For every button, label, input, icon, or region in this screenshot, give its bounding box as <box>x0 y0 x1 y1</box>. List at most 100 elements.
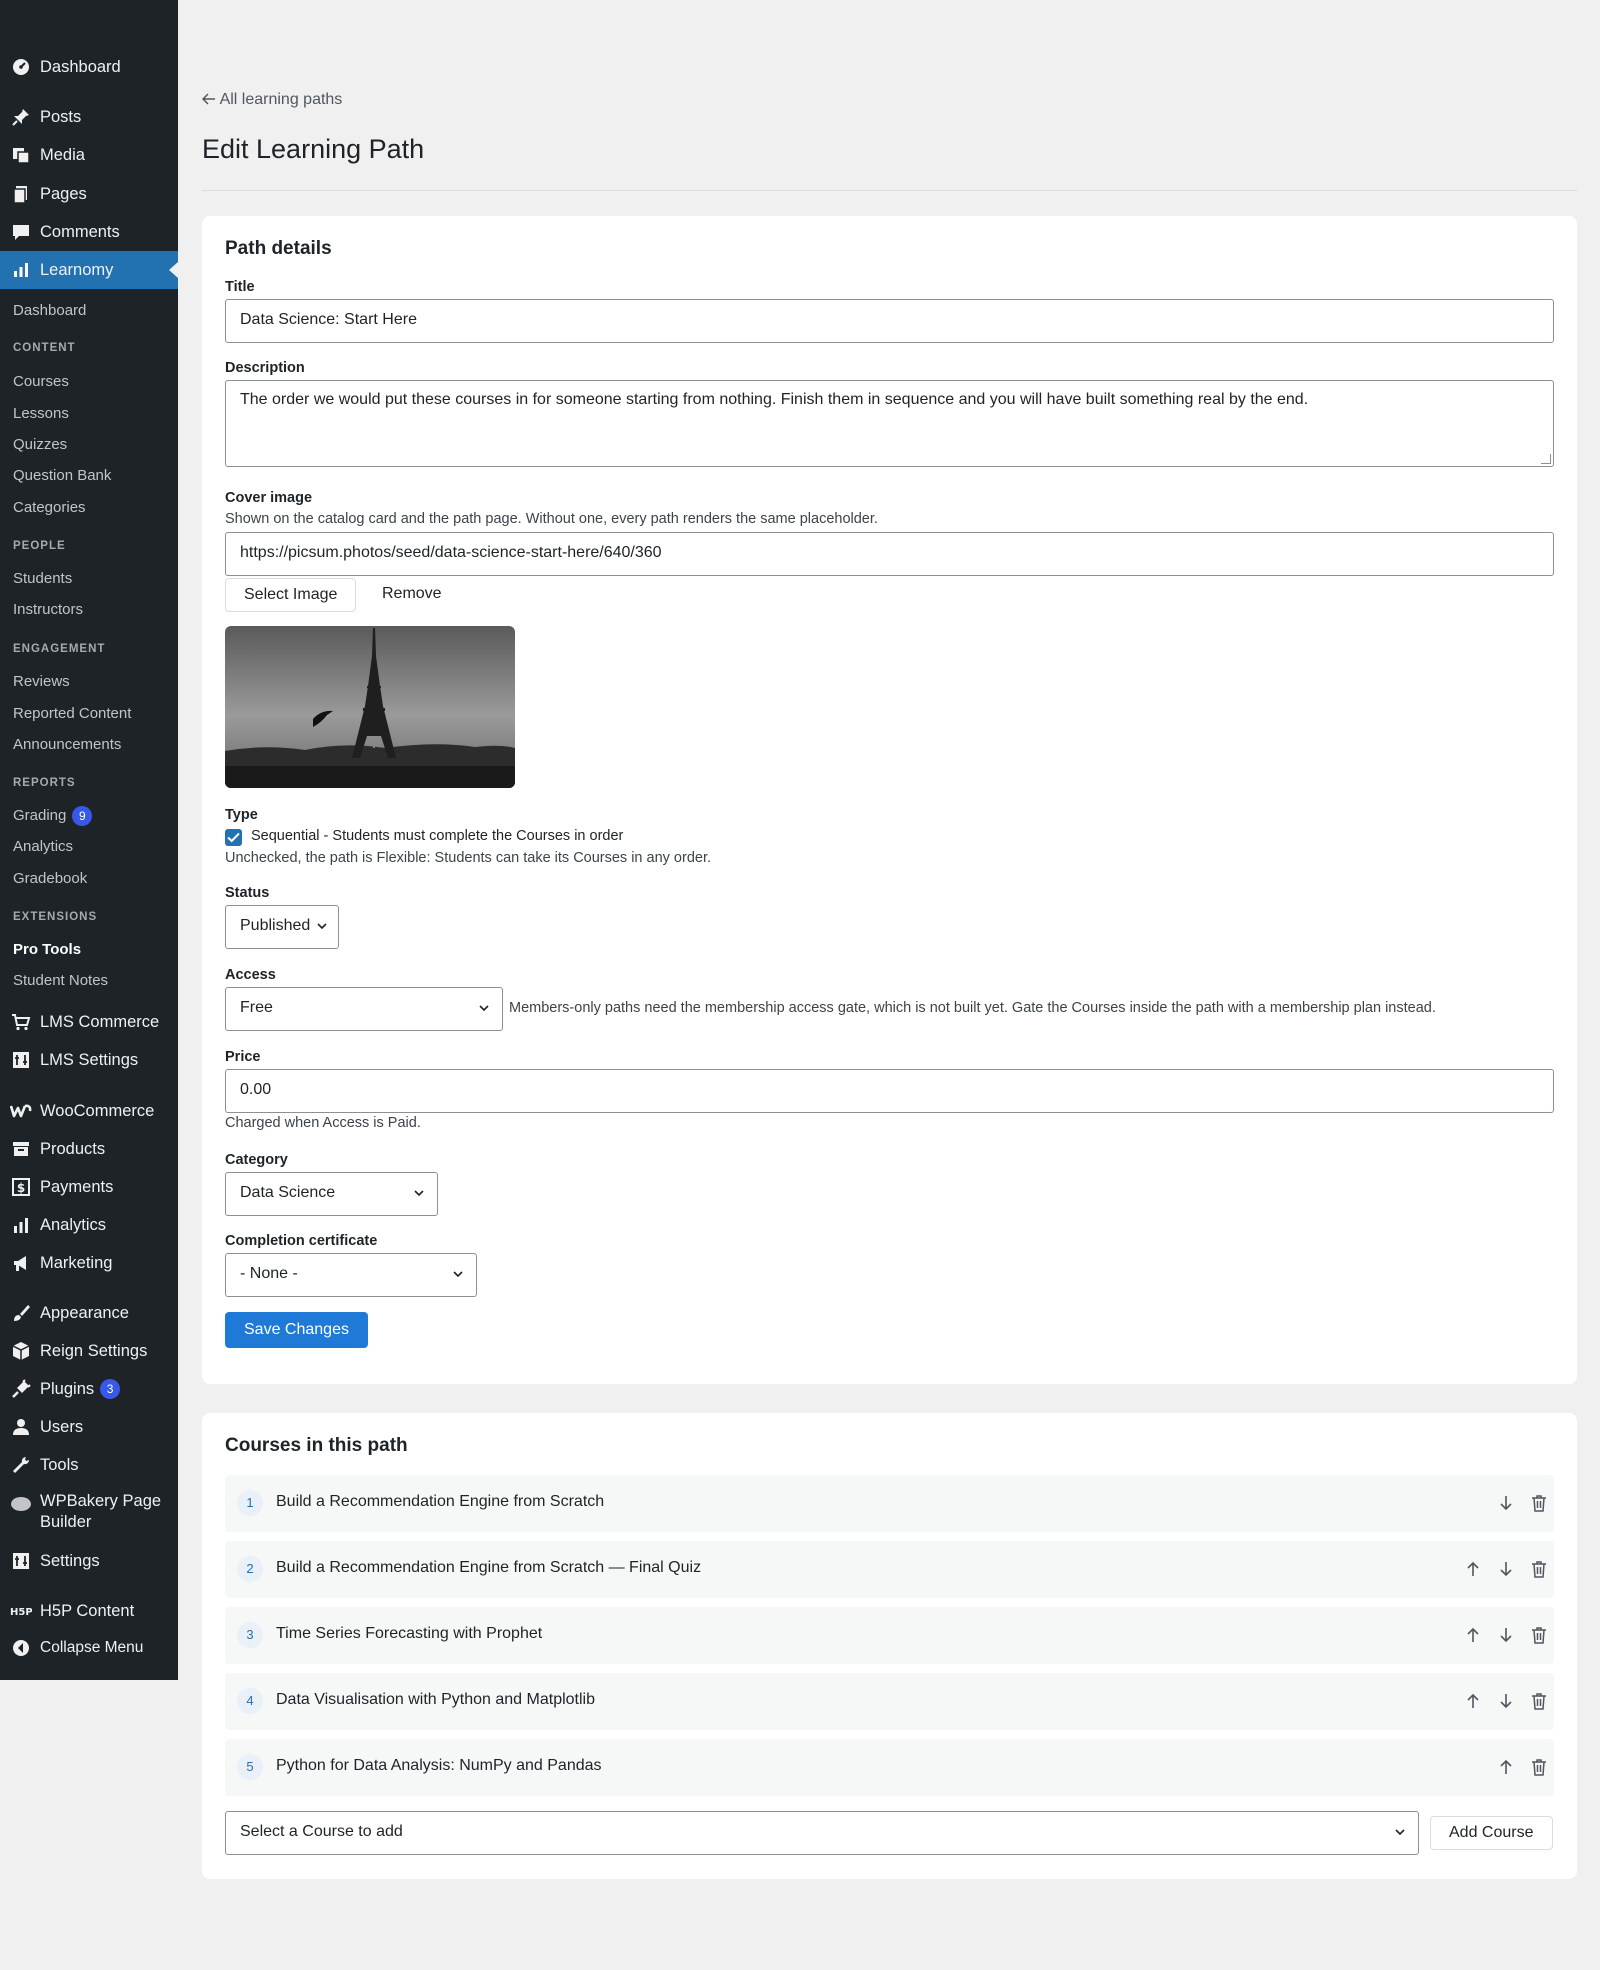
sub-quizzes[interactable]: Quizzes <box>13 436 67 453</box>
course-order-number: 5 <box>237 1754 263 1780</box>
trash-icon[interactable] <box>1528 1492 1550 1514</box>
access-select-value: Free <box>240 999 273 1016</box>
woocommerce-icon <box>10 1100 32 1122</box>
menu-comments-label: Comments <box>40 222 120 241</box>
sub-grading[interactable]: Grading 9 <box>13 806 93 826</box>
sub-announcements[interactable]: Announcements <box>13 736 121 753</box>
menu-woocommerce[interactable]: WooCommerce <box>0 1099 178 1123</box>
move-down-icon[interactable] <box>1495 1690 1517 1712</box>
menu-settings[interactable]: Settings <box>0 1549 178 1573</box>
chevron-down-icon <box>414 1190 424 1197</box>
sequential-checkbox-label[interactable]: Sequential - Students must complete the … <box>251 828 623 844</box>
comments-icon <box>10 221 32 243</box>
menu-lms-settings[interactable]: LMS Settings <box>0 1048 178 1072</box>
select-image-button[interactable]: Select Image <box>225 578 357 612</box>
cloud-icon <box>10 1492 32 1514</box>
settings-grid-icon <box>10 1550 32 1572</box>
cube-icon <box>10 1340 32 1362</box>
move-up-icon[interactable] <box>1462 1690 1484 1712</box>
menu-dashboard[interactable]: Dashboard <box>0 55 178 79</box>
sub-student-notes[interactable]: Student Notes <box>13 972 108 989</box>
section-content: CONTENT <box>13 342 76 354</box>
menu-plugins[interactable]: Plugins 3 <box>0 1377 178 1401</box>
certificate-select[interactable]: - None - <box>225 1253 477 1297</box>
remove-image-button[interactable]: Remove <box>382 585 442 603</box>
menu-marketing[interactable]: Marketing <box>0 1251 178 1275</box>
price-input[interactable]: 0.00 <box>225 1069 1554 1113</box>
menu-tools[interactable]: Tools <box>0 1453 178 1477</box>
course-title: Time Series Forecasting with Prophet <box>276 1625 543 1642</box>
price-label: Price <box>225 1049 261 1065</box>
menu-tools-label: Tools <box>40 1455 79 1474</box>
course-order-number: 4 <box>237 1688 263 1714</box>
chevron-down-icon <box>453 1271 463 1278</box>
sub-lessons[interactable]: Lessons <box>13 405 69 422</box>
menu-media[interactable]: Media <box>0 143 178 167</box>
sub-pro-tools[interactable]: Pro Tools <box>13 941 81 958</box>
menu-pages[interactable]: Pages <box>0 182 178 206</box>
trash-icon[interactable] <box>1528 1558 1550 1580</box>
sub-reported-content[interactable]: Reported Content <box>13 705 131 722</box>
sub-grading-label: Grading <box>13 807 67 824</box>
move-down-icon[interactable] <box>1495 1624 1517 1646</box>
move-up-icon[interactable] <box>1462 1558 1484 1580</box>
sequential-checkbox[interactable] <box>225 829 242 846</box>
menu-analytics[interactable]: Analytics <box>0 1213 178 1237</box>
move-up-icon[interactable] <box>1495 1756 1517 1778</box>
sub-courses[interactable]: Courses <box>13 373 69 390</box>
sub-instructors[interactable]: Instructors <box>13 601 83 618</box>
add-course-select-value: Select a Course to add <box>240 1823 403 1840</box>
section-engagement: ENGAGEMENT <box>13 643 106 655</box>
category-select-value: Data Science <box>240 1184 336 1201</box>
menu-comments[interactable]: Comments <box>0 220 178 244</box>
menu-learnomy[interactable]: Learnomy <box>0 251 178 289</box>
path-details-card: Path details Title Data Science: Start H… <box>202 216 1577 1384</box>
description-textarea[interactable]: The order we would put these courses in … <box>225 380 1554 467</box>
cart-icon <box>10 1011 32 1033</box>
title-input[interactable]: Data Science: Start Here <box>225 299 1554 343</box>
wrench-icon <box>10 1454 32 1476</box>
sub-analytics[interactable]: Analytics <box>13 838 73 855</box>
menu-payments[interactable]: $ Payments <box>0 1175 178 1199</box>
cover-url-input[interactable]: https://picsum.photos/seed/data-science-… <box>225 532 1554 576</box>
add-course-button[interactable]: Add Course <box>1430 1816 1553 1850</box>
trash-icon[interactable] <box>1528 1624 1550 1646</box>
sub-question-bank[interactable]: Question Bank <box>13 467 111 484</box>
grading-count-badge: 9 <box>72 806 93 826</box>
move-up-icon[interactable] <box>1462 1624 1484 1646</box>
menu-wpbakery[interactable]: WPBakery Page Builder <box>0 1491 178 1535</box>
menu-h5p[interactable]: H5P H5P Content <box>0 1599 178 1623</box>
resize-handle-icon[interactable] <box>1541 454 1551 464</box>
sub-dashboard[interactable]: Dashboard <box>13 302 86 319</box>
course-row: 1 Build a Recommendation Engine from Scr… <box>225 1475 1554 1532</box>
move-down-icon[interactable] <box>1495 1492 1517 1514</box>
menu-appearance[interactable]: Appearance <box>0 1301 178 1325</box>
menu-dashboard-label: Dashboard <box>40 57 121 76</box>
category-select[interactable]: Data Science <box>225 1172 438 1216</box>
trash-icon[interactable] <box>1528 1690 1550 1712</box>
menu-users[interactable]: Users <box>0 1415 178 1439</box>
menu-collapse[interactable]: Collapse Menu <box>0 1636 178 1660</box>
menu-reign-settings[interactable]: Reign Settings <box>0 1339 178 1363</box>
menu-posts[interactable]: Posts <box>0 105 178 129</box>
menu-lms-settings-label: LMS Settings <box>40 1050 139 1069</box>
sub-reviews[interactable]: Reviews <box>13 673 70 690</box>
access-select[interactable]: Free <box>225 987 503 1031</box>
title-label: Title <box>225 279 255 295</box>
sub-students[interactable]: Students <box>13 570 72 587</box>
description-label: Description <box>225 360 305 376</box>
save-changes-button[interactable]: Save Changes <box>225 1312 368 1348</box>
course-row: 3 Time Series Forecasting with Prophet <box>225 1607 1554 1664</box>
menu-lms-commerce[interactable]: LMS Commerce <box>0 1010 178 1034</box>
menu-products[interactable]: Products <box>0 1137 178 1161</box>
price-help: Charged when Access is Paid. <box>225 1115 421 1131</box>
sub-gradebook[interactable]: Gradebook <box>13 870 87 887</box>
status-select[interactable]: Published <box>225 905 339 949</box>
move-down-icon[interactable] <box>1495 1558 1517 1580</box>
back-link[interactable]: All learning paths <box>201 91 342 109</box>
certificate-select-value: - None - <box>240 1265 298 1282</box>
add-course-select[interactable]: Select a Course to add <box>225 1811 1419 1855</box>
sub-categories[interactable]: Categories <box>13 499 86 516</box>
trash-icon[interactable] <box>1528 1756 1550 1778</box>
status-label: Status <box>225 885 270 901</box>
